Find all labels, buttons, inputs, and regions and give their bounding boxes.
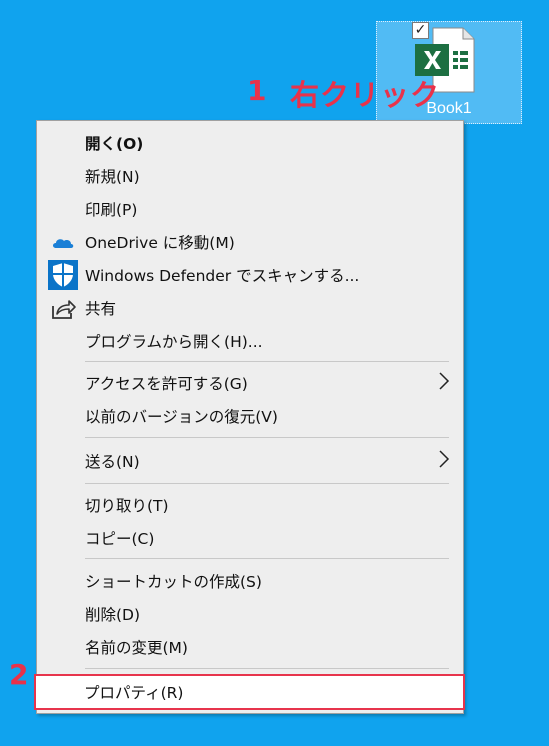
chevron-right-icon — [439, 450, 450, 468]
menu-item-send-to[interactable]: 送る(N) — [37, 445, 463, 477]
menu-separator — [85, 483, 449, 484]
menu-separator — [85, 558, 449, 559]
menu-item-label: OneDrive に移動(M) — [85, 234, 235, 252]
menu-separator — [85, 361, 449, 362]
defender-shield-icon — [48, 260, 78, 290]
menu-item-give-access[interactable]: アクセスを許可する(G) — [37, 367, 463, 399]
file-selection-checkbox[interactable]: ✓ — [412, 22, 429, 39]
menu-item-create-shortcut[interactable]: ショートカットの作成(S) — [37, 565, 463, 597]
menu-item-label: コピー(C) — [85, 530, 155, 548]
menu-item-label: 印刷(P) — [85, 201, 138, 219]
step-1-number: 1 — [247, 74, 267, 107]
step-1-instruction: 右クリック — [290, 78, 441, 112]
context-menu: 開く(O) 新規(N) 印刷(P) OneDrive に移動(M) Window… — [36, 120, 464, 714]
menu-item-label: アクセスを許可する(G) — [85, 375, 248, 393]
menu-item-label: 共有 — [85, 300, 117, 318]
menu-item-label: 開く(O) — [85, 135, 144, 153]
menu-item-label: 送る(N) — [85, 453, 140, 471]
share-icon — [52, 300, 76, 319]
menu-item-restore-previous[interactable]: 以前のバージョンの復元(V) — [37, 400, 463, 432]
onedrive-cloud-icon — [53, 239, 74, 248]
menu-item-label: ショートカットの作成(S) — [85, 573, 262, 591]
menu-item-properties[interactable]: プロパティ(R) — [34, 674, 465, 710]
menu-item-label: Windows Defender でスキャンする... — [85, 267, 360, 285]
menu-item-copy[interactable]: コピー(C) — [37, 522, 463, 554]
step-2-number: 2 — [9, 658, 29, 691]
chevron-right-icon — [439, 372, 450, 390]
menu-item-label: 削除(D) — [85, 606, 141, 624]
menu-item-share[interactable]: 共有 — [37, 292, 463, 324]
menu-separator — [85, 437, 449, 438]
menu-item-delete[interactable]: 削除(D) — [37, 598, 463, 630]
menu-item-label: プロパティ(R) — [84, 684, 184, 702]
menu-item-label: 新規(N) — [85, 168, 140, 186]
menu-item-label: 名前の変更(M) — [85, 639, 188, 657]
menu-item-rename[interactable]: 名前の変更(M) — [37, 631, 463, 663]
menu-item-label: 切り取り(T) — [85, 497, 169, 515]
menu-item-label: プログラムから開く(H)... — [85, 333, 263, 351]
menu-item-print[interactable]: 印刷(P) — [37, 193, 463, 225]
menu-item-onedrive[interactable]: OneDrive に移動(M) — [37, 226, 463, 258]
menu-separator — [85, 668, 449, 669]
menu-item-open-with[interactable]: プログラムから開く(H)... — [37, 325, 463, 357]
menu-item-label: 以前のバージョンの復元(V) — [85, 408, 278, 426]
menu-item-new[interactable]: 新規(N) — [37, 160, 463, 192]
menu-item-defender-scan[interactable]: Windows Defender でスキャンする... — [37, 259, 463, 291]
menu-item-open[interactable]: 開く(O) — [37, 127, 463, 159]
menu-item-cut[interactable]: 切り取り(T) — [37, 489, 463, 521]
